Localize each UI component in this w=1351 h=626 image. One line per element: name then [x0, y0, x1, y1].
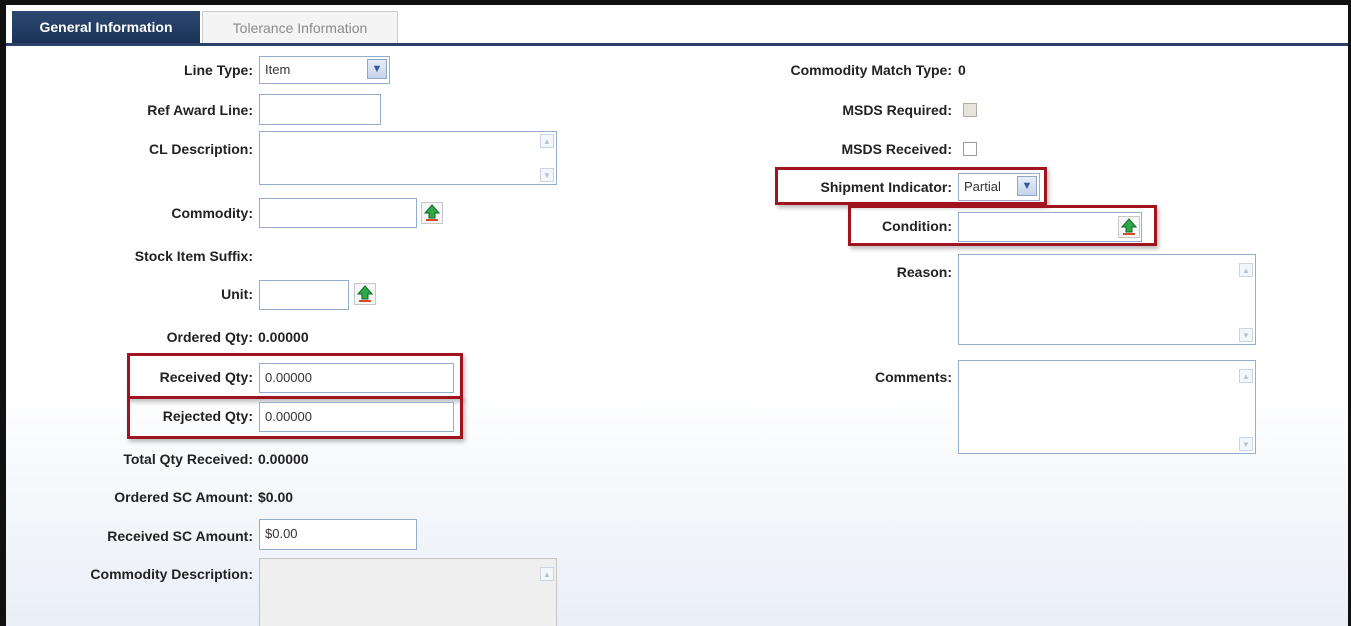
green-up-arrow-icon[interactable] [421, 202, 443, 224]
msds-required-checkbox [963, 103, 977, 117]
scrollbar[interactable]: ▲ [538, 559, 556, 626]
scrollbar[interactable]: ▲ ▼ [538, 132, 556, 184]
scroll-down-icon[interactable]: ▼ [1239, 328, 1253, 342]
msds-received-checkbox[interactable] [963, 142, 977, 156]
line-type-label: Line Type: [184, 62, 253, 78]
tab-bar: General Information Tolerance Informatio… [6, 5, 1348, 46]
scroll-up-icon[interactable]: ▲ [1239, 369, 1253, 383]
ordered-qty-value: 0.00000 [258, 329, 309, 345]
received-sc-amount-label: Received SC Amount: [107, 528, 253, 544]
scroll-up-icon[interactable]: ▲ [1239, 263, 1253, 277]
ref-award-line-label: Ref Award Line: [147, 102, 253, 118]
commodity-input[interactable] [259, 198, 417, 228]
msds-required-label: MSDS Required: [842, 102, 952, 118]
ref-award-line-input[interactable] [259, 94, 381, 125]
cl-description-textarea[interactable]: ▲ ▼ [259, 131, 557, 185]
commodity-description-label: Commodity Description: [90, 566, 253, 582]
commodity-label: Commodity: [171, 205, 253, 221]
unit-input[interactable] [259, 280, 349, 310]
total-qty-received-label: Total Qty Received: [123, 451, 253, 467]
tab-general-information[interactable]: General Information [12, 11, 200, 43]
scroll-up-icon[interactable]: ▲ [540, 134, 554, 148]
highlight-box [775, 167, 1047, 205]
highlight-box [848, 205, 1157, 246]
reason-label: Reason: [896, 264, 952, 280]
scroll-down-icon[interactable]: ▼ [540, 168, 554, 182]
scrollbar[interactable]: ▲ ▼ [1237, 255, 1255, 344]
cl-description-label: CL Description: [149, 141, 253, 157]
commodity-match-type-label: Commodity Match Type: [790, 62, 952, 78]
ordered-sc-amount-label: Ordered SC Amount: [114, 489, 253, 505]
scrollbar[interactable]: ▲ ▼ [1237, 361, 1255, 453]
green-up-arrow-icon[interactable] [354, 283, 376, 305]
unit-label: Unit: [221, 286, 253, 302]
received-sc-amount-input[interactable]: $0.00 [259, 519, 417, 550]
chevron-down-icon[interactable]: ▼ [367, 59, 387, 79]
highlight-box [127, 353, 463, 399]
line-type-select[interactable]: Item ▼ [259, 56, 390, 84]
total-qty-received-value: 0.00000 [258, 451, 309, 467]
line-type-value: Item [265, 62, 291, 77]
commodity-match-type-value: 0 [958, 62, 966, 78]
scroll-up-icon[interactable]: ▲ [540, 567, 554, 581]
reason-textarea[interactable]: ▲ ▼ [958, 254, 1256, 345]
stock-item-suffix-label: Stock Item Suffix: [134, 248, 253, 264]
comments-textarea[interactable]: ▲ ▼ [958, 360, 1256, 454]
comments-label: Comments: [874, 369, 952, 385]
msds-received-label: MSDS Received: [841, 141, 952, 157]
ordered-qty-label: Ordered Qty: [166, 329, 253, 345]
commodity-description-textarea: ▲ [259, 558, 557, 626]
highlight-box [127, 396, 463, 439]
tab-tolerance-information[interactable]: Tolerance Information [202, 11, 398, 43]
ordered-sc-amount-value: $0.00 [258, 489, 294, 505]
scroll-down-icon[interactable]: ▼ [1239, 437, 1253, 451]
